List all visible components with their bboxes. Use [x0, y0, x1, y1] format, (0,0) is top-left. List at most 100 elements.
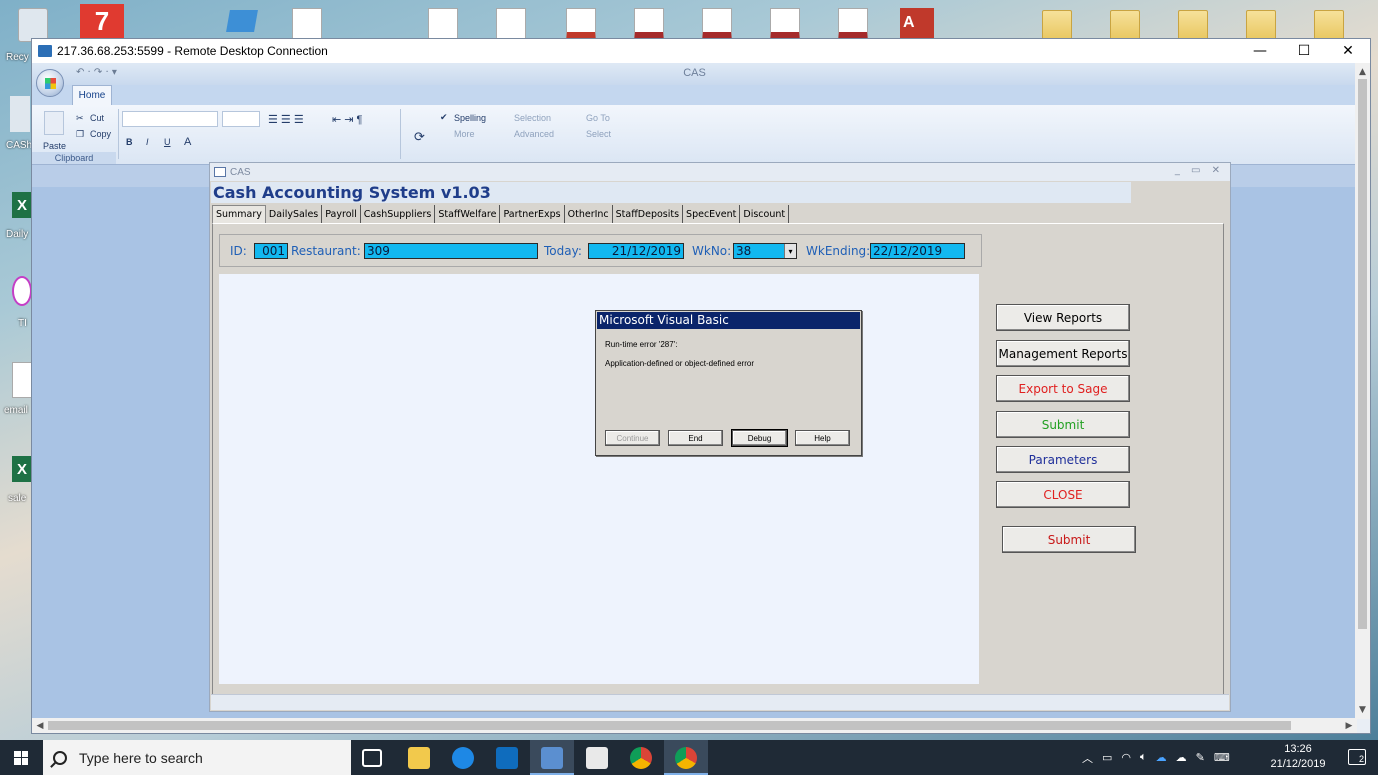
horizontal-scroll-thumb[interactable] — [48, 721, 1291, 730]
tab-summary[interactable]: Summary — [212, 205, 266, 223]
continue-button[interactable]: Continue — [605, 430, 660, 446]
keyboard-icon[interactable]: ⌨ — [1214, 751, 1230, 764]
help-button[interactable]: Help — [795, 430, 850, 446]
office-button[interactable] — [36, 69, 64, 97]
access-file-icon[interactable] — [702, 8, 732, 42]
start-button[interactable] — [0, 740, 42, 775]
align-icons[interactable]: ☰ ☰ ☰ — [268, 113, 304, 126]
more-button[interactable]: More — [454, 129, 475, 139]
vertical-scroll-thumb[interactable] — [1358, 79, 1367, 629]
refresh-icon[interactable]: ⟳ — [414, 129, 425, 145]
tab-home[interactable]: Home — [72, 85, 112, 105]
chrome-icon[interactable] — [630, 747, 652, 769]
access-file-icon[interactable] — [838, 8, 868, 42]
chevron-down-icon[interactable]: ▾ — [784, 244, 796, 258]
italic-button[interactable]: I — [146, 137, 149, 147]
scroll-left-icon[interactable]: ◀ — [33, 718, 47, 733]
volume-icon[interactable]: 🔈︎ — [1140, 751, 1147, 764]
restaurant-field[interactable]: 309 — [364, 243, 538, 259]
debug-button[interactable]: Debug — [731, 429, 788, 447]
tab-discount[interactable]: Discount — [740, 205, 790, 223]
underline-button[interactable]: U — [164, 137, 171, 147]
minimize-button[interactable]: — — [1238, 39, 1282, 63]
edge-icon[interactable] — [452, 747, 474, 769]
font-size-box[interactable] — [222, 111, 260, 127]
chrome-icon[interactable] — [675, 747, 697, 769]
today-field[interactable]: 21/12/2019 — [588, 243, 684, 259]
scroll-down-icon[interactable]: ▼ — [1355, 703, 1370, 717]
end-button[interactable]: End — [668, 430, 723, 446]
file-icon[interactable] — [428, 8, 458, 42]
pdf-file-icon[interactable] — [566, 8, 596, 42]
recycle-bin-icon[interactable] — [18, 8, 48, 42]
maximize-button[interactable]: ☐ — [1282, 39, 1326, 63]
clock[interactable]: 13:26 21/12/2019 — [1268, 742, 1328, 772]
network-icon[interactable]: ▭ — [1102, 751, 1112, 764]
close-form-button[interactable]: CLOSE — [996, 481, 1130, 508]
close-button[interactable]: ✕ — [1326, 39, 1370, 63]
cas-form-titlebar[interactable]: CAS — [210, 163, 1230, 181]
tab-cashsuppliers[interactable]: CashSuppliers — [360, 205, 436, 223]
wifi-icon[interactable]: ◠ — [1121, 751, 1131, 764]
parameters-button[interactable]: Parameters — [996, 446, 1130, 473]
view-reports-button[interactable]: View Reports — [996, 304, 1130, 331]
task-view-icon[interactable] — [362, 749, 382, 767]
select-button[interactable]: Select — [586, 129, 611, 139]
bold-button[interactable]: B — [126, 137, 133, 147]
paste-icon[interactable] — [44, 111, 64, 135]
tab-dailysales[interactable]: DailySales — [265, 205, 323, 223]
rdp-titlebar[interactable]: 217.36.68.253:5599 - Remote Desktop Conn… — [32, 39, 1370, 63]
submit-secondary-button[interactable]: Submit — [1002, 526, 1136, 553]
notification-center-icon[interactable]: 2 — [1348, 749, 1366, 765]
cloud-icon[interactable]: ☁ — [1176, 751, 1187, 764]
itunes-icon[interactable] — [12, 276, 32, 306]
tab-partnerexps[interactable]: PartnerExps — [500, 205, 565, 223]
pen-icon[interactable]: ✎ — [1196, 751, 1205, 764]
cut-button[interactable]: Cut — [90, 113, 104, 123]
excel-file-icon[interactable]: X — [12, 192, 32, 218]
goto-button[interactable]: Go To — [586, 113, 610, 123]
remote-desktop-taskbar-icon[interactable] — [541, 747, 563, 769]
monitor-icon[interactable] — [226, 10, 258, 32]
mail-icon[interactable] — [586, 747, 608, 769]
indent-icons[interactable]: ⇤ ⇥ ¶ — [332, 113, 362, 126]
scroll-right-icon[interactable]: ▶ — [1342, 718, 1356, 733]
dialog-title[interactable]: Microsoft Visual Basic — [597, 312, 860, 329]
selection-button[interactable]: Selection — [514, 113, 551, 123]
copy-button[interactable]: Copy — [90, 129, 111, 139]
outlook-icon[interactable] — [496, 747, 518, 769]
wkending-field[interactable]: 22/12/2019 — [870, 243, 965, 259]
access-file-icon[interactable] — [634, 8, 664, 42]
search-box[interactable]: Type here to search — [43, 740, 351, 775]
advanced-button[interactable]: Advanced — [514, 129, 554, 139]
access-file-icon[interactable] — [770, 8, 800, 42]
spelling-button[interactable]: Spelling — [454, 113, 486, 123]
font-name-box[interactable] — [122, 111, 218, 127]
winrar-icon[interactable]: 7 — [80, 4, 124, 38]
tab-staffwelfare[interactable]: StaffWelfare — [435, 205, 501, 223]
paste-button[interactable]: Paste — [43, 141, 66, 151]
tab-payroll[interactable]: Payroll — [322, 205, 361, 223]
wkno-dropdown[interactable]: 38 ▾ — [733, 243, 797, 259]
management-reports-button[interactable]: Management Reports — [996, 340, 1130, 367]
chevron-up-icon[interactable]: ︿ — [1082, 750, 1093, 766]
access-app-icon[interactable]: A — [900, 8, 934, 38]
file-icon[interactable] — [496, 8, 526, 42]
tab-specevent[interactable]: SpecEvent — [683, 205, 741, 223]
cash-app-icon[interactable] — [10, 96, 30, 132]
submit-button[interactable]: Submit — [996, 411, 1130, 438]
excel-file-icon[interactable]: X — [12, 456, 32, 482]
onedrive-icon[interactable]: ☁ — [1156, 751, 1167, 764]
cas-form-window-controls[interactable]: _ ▭ ✕ — [1175, 165, 1224, 176]
vertical-scrollbar[interactable]: ▲ ▼ — [1355, 63, 1370, 719]
tab-staffdeposits[interactable]: StaffDeposits — [612, 205, 684, 223]
scroll-up-icon[interactable]: ▲ — [1355, 65, 1370, 79]
id-field[interactable]: 001 — [254, 243, 288, 259]
file-explorer-icon[interactable] — [408, 747, 430, 769]
font-color-button[interactable]: A — [184, 136, 191, 148]
horizontal-scrollbar[interactable]: ◀ ▶ — [32, 718, 1357, 733]
email-file-icon[interactable] — [12, 362, 32, 398]
tab-otherinc[interactable]: OtherInc — [564, 205, 613, 223]
export-to-sage-button[interactable]: Export to Sage — [996, 375, 1130, 402]
file-icon[interactable] — [292, 8, 322, 42]
